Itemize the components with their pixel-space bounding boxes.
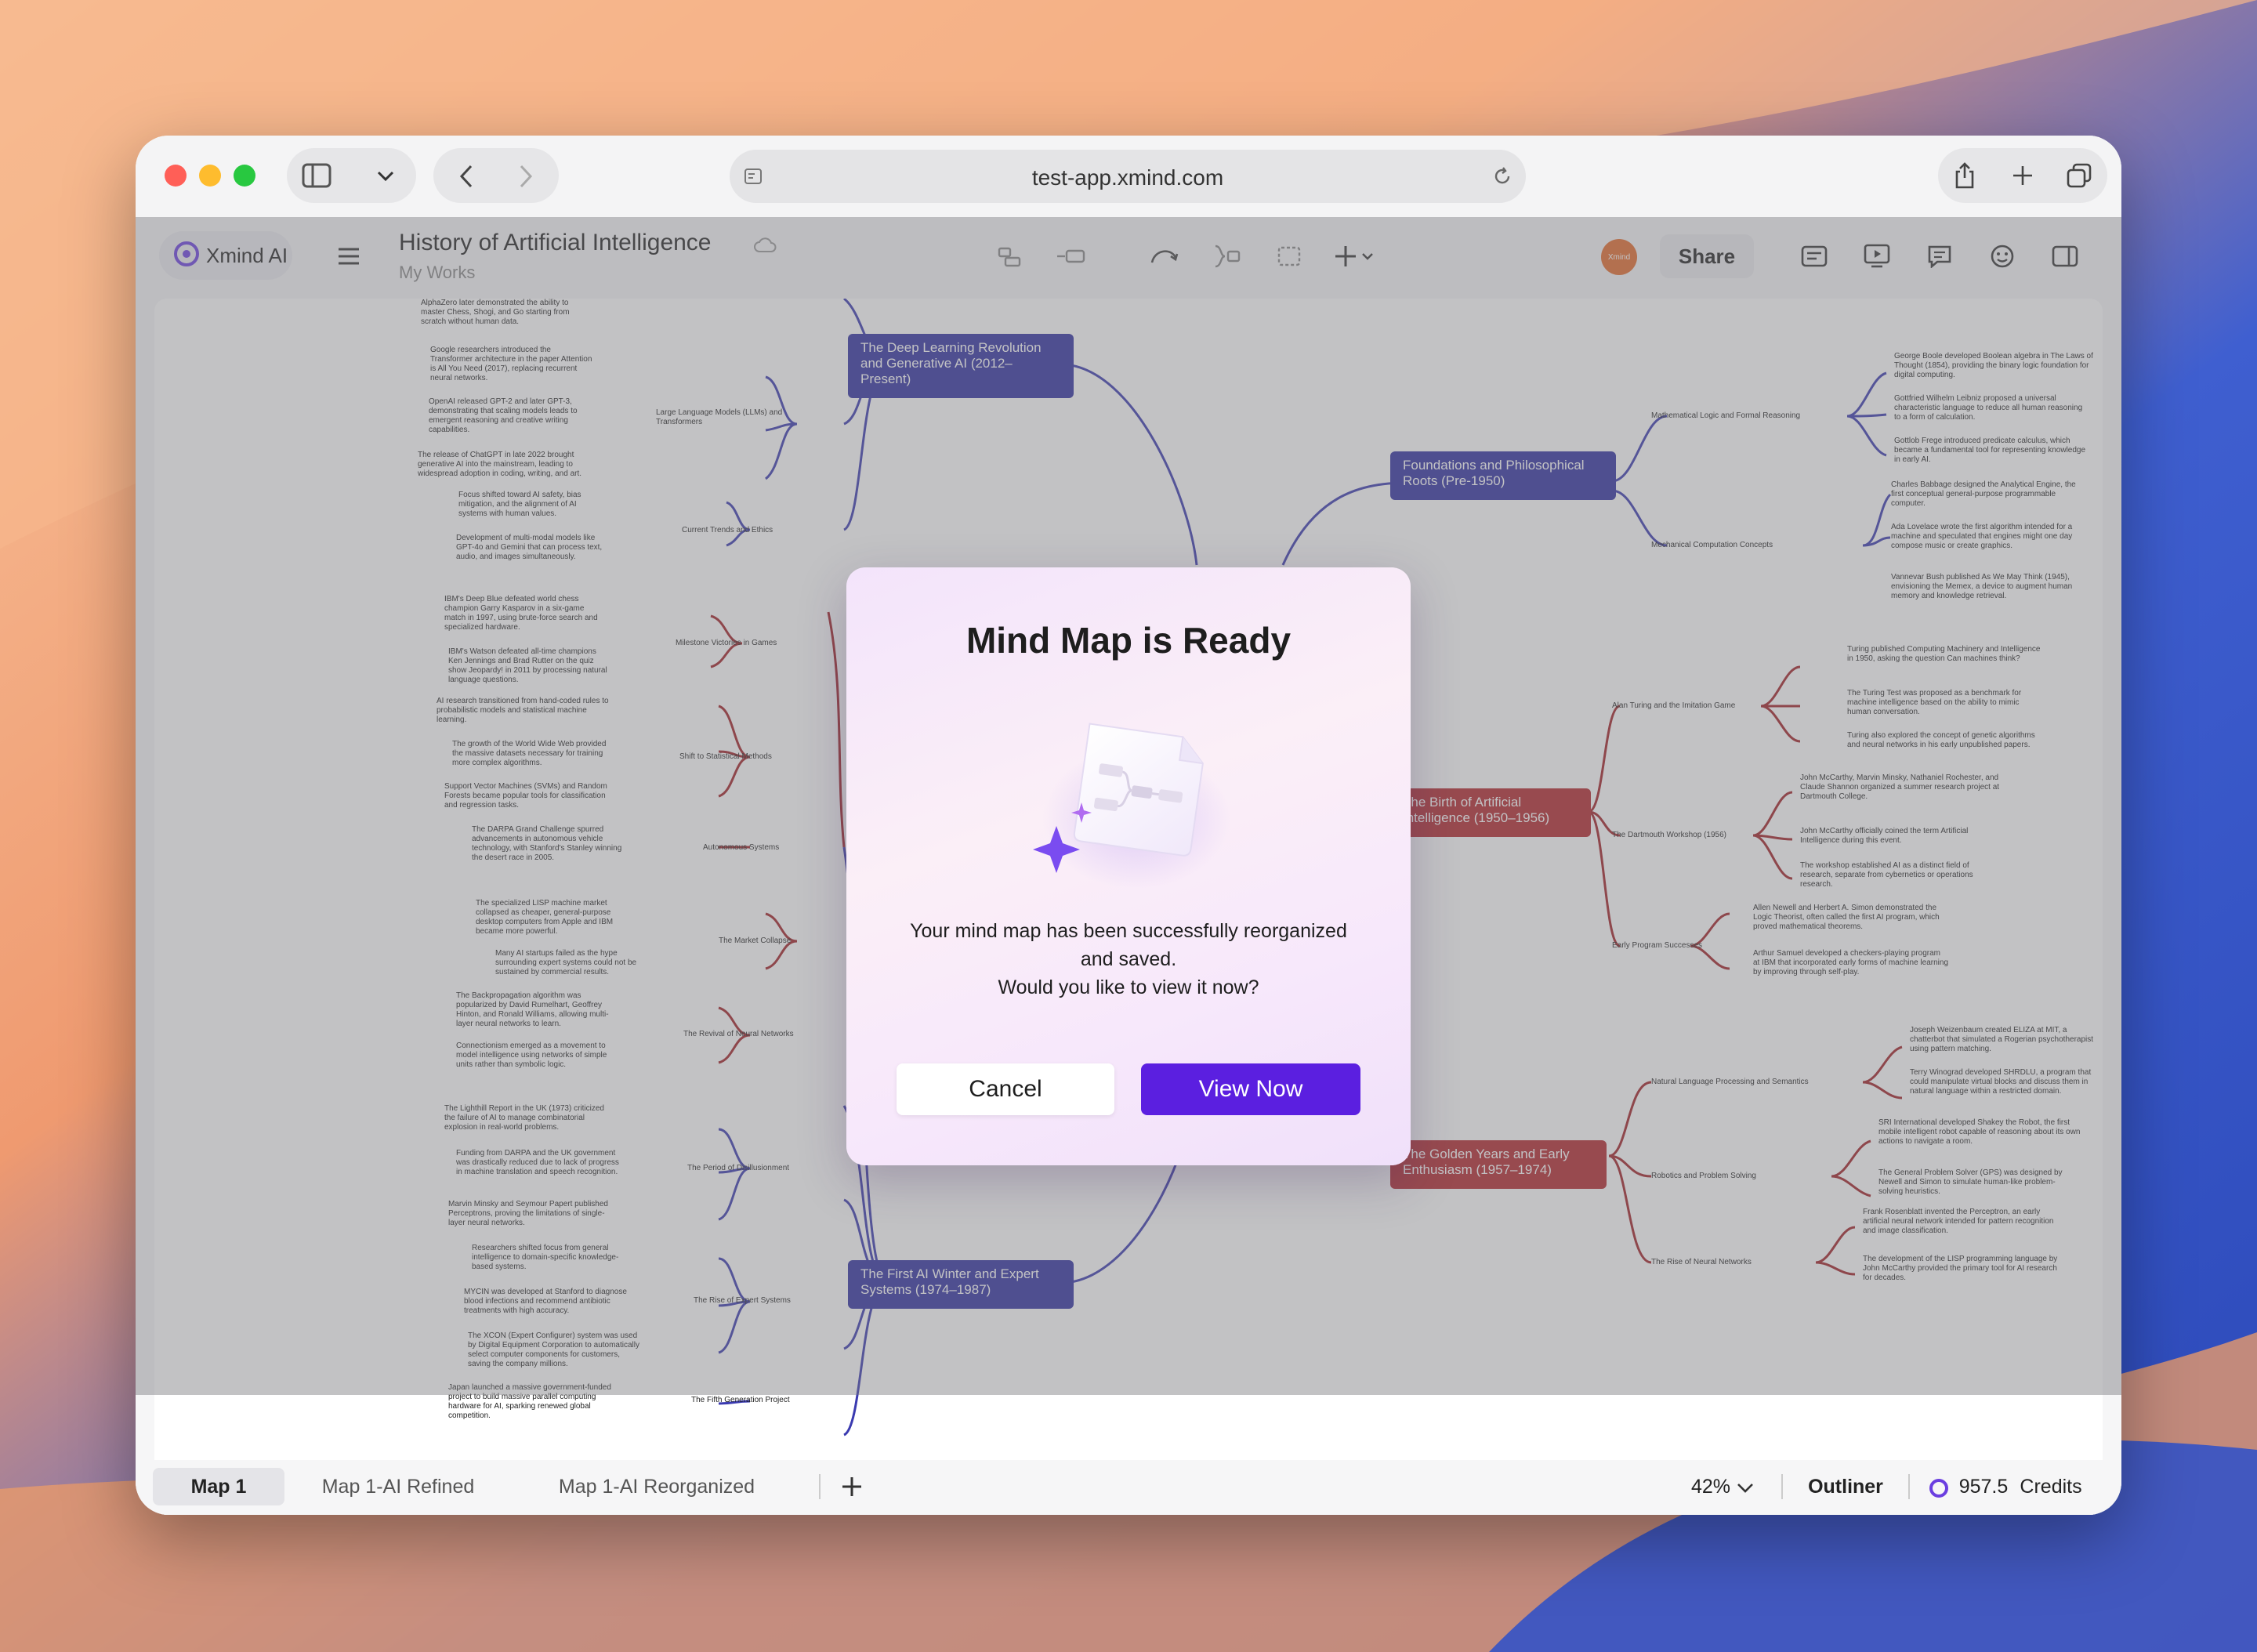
- dialog-message-line-1: Your mind map has been successfully reor…: [910, 920, 1347, 970]
- outliner-button[interactable]: Outliner: [1799, 1468, 1893, 1505]
- bottom-divider: [1908, 1474, 1910, 1499]
- add-sheet-plus-icon[interactable]: [838, 1473, 866, 1501]
- dialog-message: Your mind map has been successfully reor…: [893, 917, 1364, 1002]
- minimize-window-button[interactable]: [199, 165, 221, 187]
- reload-icon[interactable]: [1490, 164, 1515, 189]
- credits-label: Credits: [2020, 1475, 2082, 1498]
- tab-divider: [819, 1474, 821, 1499]
- dialog-title: Mind Map is Ready: [965, 620, 1292, 661]
- close-window-button[interactable]: [165, 165, 187, 187]
- sidebar-icon[interactable]: [301, 160, 332, 191]
- browser-toolbar: test-app.xmind.com: [136, 136, 2121, 217]
- tab-overview-icon[interactable]: [2063, 160, 2095, 191]
- chevron-down-icon[interactable]: [371, 162, 400, 190]
- share-icon[interactable]: [1949, 160, 1980, 191]
- subtopic-fifth-generation[interactable]: The Fifth Generation Project: [691, 1396, 832, 1405]
- view-now-button[interactable]: View Now: [1141, 1063, 1360, 1115]
- tab-map-1[interactable]: Map 1: [153, 1468, 284, 1505]
- url-text: test-app.xmind.com: [1031, 165, 1224, 190]
- tab-map-1-ai-reorganized[interactable]: Map 1-AI Reorganized: [543, 1468, 770, 1505]
- forward-arrow-icon[interactable]: [510, 161, 542, 192]
- credits-ring-icon: [1927, 1476, 1951, 1500]
- sidebar-toggle-group: [287, 148, 416, 203]
- bottom-divider: [1781, 1474, 1783, 1499]
- back-arrow-icon[interactable]: [451, 161, 482, 192]
- new-tab-icon[interactable]: [2007, 160, 2038, 191]
- tab-map-1-ai-refined[interactable]: Map 1-AI Refined: [308, 1468, 488, 1505]
- browser-actions-group: [1938, 148, 2107, 203]
- mind-map-document-icon: [1027, 708, 1230, 889]
- zoom-window-button[interactable]: [234, 165, 255, 187]
- credits-value: 957.5: [1958, 1475, 2009, 1498]
- dialog-message-line-2: Would you like to view it now?: [998, 976, 1259, 998]
- zoom-chevron-down-icon[interactable]: [1734, 1477, 1756, 1499]
- sheet-tab-bar: Map 1 Map 1-AI Refined Map 1-AI Reorgani…: [136, 1460, 2121, 1515]
- zoom-level[interactable]: 42%: [1687, 1468, 1734, 1505]
- cancel-button[interactable]: Cancel: [897, 1063, 1114, 1115]
- address-bar[interactable]: test-app.xmind.com: [730, 150, 1526, 203]
- mind-map-ready-dialog: Mind Map is Ready Your mind map has been…: [846, 567, 1411, 1165]
- history-nav-group: [433, 148, 559, 203]
